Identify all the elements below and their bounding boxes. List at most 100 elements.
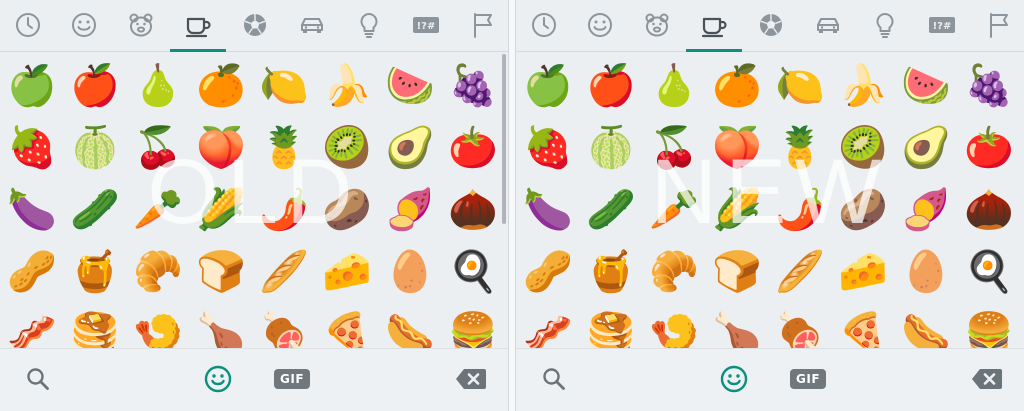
- emoji-potato[interactable]: 🥔: [834, 181, 892, 239]
- emoji-grapes[interactable]: 🍇: [444, 57, 502, 115]
- emoji-banana[interactable]: 🍌: [318, 57, 376, 115]
- emoji-hamburger[interactable]: 🍔: [444, 305, 502, 348]
- emoji-fried-shrimp[interactable]: 🍤: [645, 305, 703, 348]
- emoji-sweet-potato[interactable]: 🍠: [381, 181, 439, 239]
- emoji-meat-on-bone[interactable]: 🍖: [771, 305, 829, 348]
- backspace-button[interactable]: [970, 363, 1004, 395]
- emoji-pear[interactable]: 🍐: [645, 57, 703, 115]
- emoji-strawberry[interactable]: 🍓: [519, 119, 577, 177]
- emoji-croissant[interactable]: 🥐: [645, 243, 703, 301]
- emoji-hot-pepper[interactable]: 🌶️: [255, 181, 313, 239]
- emoji-cheese[interactable]: 🧀: [318, 243, 376, 301]
- tab-symbols[interactable]: !?#: [914, 0, 970, 52]
- emoji-red-apple[interactable]: 🍎: [582, 57, 640, 115]
- emoji-baguette[interactable]: 🥖: [255, 243, 313, 301]
- tab-car[interactable]: [800, 0, 856, 52]
- emoji-hot-dog[interactable]: 🌭: [897, 305, 955, 348]
- emoji-carrot[interactable]: 🥕: [129, 181, 187, 239]
- emoji-peanuts[interactable]: 🥜: [3, 243, 61, 301]
- emoji-poultry-leg[interactable]: 🍗: [192, 305, 250, 348]
- emoji-egg[interactable]: 🥚: [381, 243, 439, 301]
- tab-symbols[interactable]: !?#: [398, 0, 454, 52]
- emoji-grapes[interactable]: 🍇: [960, 57, 1018, 115]
- search-button[interactable]: [22, 363, 54, 395]
- emoji-pancakes[interactable]: 🥞: [582, 305, 640, 348]
- tab-flag[interactable]: [971, 0, 1024, 52]
- tab-lightbulb[interactable]: [857, 0, 913, 52]
- backspace-button[interactable]: [454, 363, 488, 395]
- emoji-corn[interactable]: 🌽: [192, 181, 250, 239]
- emoji-pancakes[interactable]: 🥞: [66, 305, 124, 348]
- emoji-peach[interactable]: 🍑: [708, 119, 766, 177]
- emoji-frying-egg[interactable]: 🍳: [444, 243, 502, 301]
- emoji-bacon[interactable]: 🥓: [3, 305, 61, 348]
- emoji-cherries[interactable]: 🍒: [129, 119, 187, 177]
- scrollbar[interactable]: [502, 54, 506, 224]
- emoji-peach[interactable]: 🍑: [192, 119, 250, 177]
- tab-cup[interactable]: [170, 0, 226, 52]
- emoji-potato[interactable]: 🥔: [318, 181, 376, 239]
- emoji-melon[interactable]: 🍈: [66, 119, 124, 177]
- tab-clock[interactable]: [516, 0, 572, 52]
- emoji-green-apple[interactable]: 🍏: [3, 57, 61, 115]
- emoji-pear[interactable]: 🍐: [129, 57, 187, 115]
- emoji-egg[interactable]: 🥚: [897, 243, 955, 301]
- emoji-green-apple[interactable]: 🍏: [519, 57, 577, 115]
- tab-soccer-ball[interactable]: [743, 0, 799, 52]
- gif-button[interactable]: GIF: [274, 363, 311, 395]
- emoji-red-apple[interactable]: 🍎: [66, 57, 124, 115]
- emoji-hamburger[interactable]: 🍔: [960, 305, 1018, 348]
- emoji-lemon[interactable]: 🍋: [255, 57, 313, 115]
- emoji-bacon[interactable]: 🥓: [519, 305, 577, 348]
- emoji-mode-button[interactable]: [718, 363, 750, 395]
- tab-clock[interactable]: [0, 0, 56, 52]
- emoji-croissant[interactable]: 🥐: [129, 243, 187, 301]
- gif-button[interactable]: GIF: [790, 363, 827, 395]
- emoji-cucumber[interactable]: 🥒: [66, 181, 124, 239]
- emoji-avocado[interactable]: 🥑: [897, 119, 955, 177]
- tab-smiley[interactable]: [572, 0, 628, 52]
- emoji-eggplant[interactable]: 🍆: [3, 181, 61, 239]
- emoji-tangerine[interactable]: 🍊: [192, 57, 250, 115]
- emoji-poultry-leg[interactable]: 🍗: [708, 305, 766, 348]
- emoji-banana[interactable]: 🍌: [834, 57, 892, 115]
- emoji-carrot[interactable]: 🥕: [645, 181, 703, 239]
- emoji-bread[interactable]: 🍞: [192, 243, 250, 301]
- tab-smiley[interactable]: [56, 0, 112, 52]
- emoji-pizza[interactable]: 🍕: [318, 305, 376, 348]
- emoji-watermelon[interactable]: 🍉: [381, 57, 439, 115]
- emoji-chestnut[interactable]: 🌰: [960, 181, 1018, 239]
- emoji-honey-pot[interactable]: 🍯: [66, 243, 124, 301]
- emoji-pineapple[interactable]: 🍍: [771, 119, 829, 177]
- emoji-pizza[interactable]: 🍕: [834, 305, 892, 348]
- tab-lightbulb[interactable]: [341, 0, 397, 52]
- tab-bear[interactable]: [113, 0, 169, 52]
- emoji-chestnut[interactable]: 🌰: [444, 181, 502, 239]
- emoji-tangerine[interactable]: 🍊: [708, 57, 766, 115]
- tab-flag[interactable]: [455, 0, 508, 52]
- emoji-hot-dog[interactable]: 🌭: [381, 305, 439, 348]
- emoji-sweet-potato[interactable]: 🍠: [897, 181, 955, 239]
- emoji-mode-button[interactable]: [202, 363, 234, 395]
- emoji-fried-shrimp[interactable]: 🍤: [129, 305, 187, 348]
- emoji-strawberry[interactable]: 🍓: [3, 119, 61, 177]
- emoji-melon[interactable]: 🍈: [582, 119, 640, 177]
- emoji-watermelon[interactable]: 🍉: [897, 57, 955, 115]
- emoji-corn[interactable]: 🌽: [708, 181, 766, 239]
- emoji-bread[interactable]: 🍞: [708, 243, 766, 301]
- tab-car[interactable]: [284, 0, 340, 52]
- emoji-cherries[interactable]: 🍒: [645, 119, 703, 177]
- emoji-avocado[interactable]: 🥑: [381, 119, 439, 177]
- emoji-kiwi[interactable]: 🥝: [318, 119, 376, 177]
- emoji-kiwi[interactable]: 🥝: [834, 119, 892, 177]
- tab-cup[interactable]: [686, 0, 742, 52]
- tab-bear[interactable]: [629, 0, 685, 52]
- emoji-meat-on-bone[interactable]: 🍖: [255, 305, 313, 348]
- emoji-tomato[interactable]: 🍅: [960, 119, 1018, 177]
- search-button[interactable]: [538, 363, 570, 395]
- emoji-hot-pepper[interactable]: 🌶️: [771, 181, 829, 239]
- emoji-frying-egg[interactable]: 🍳: [960, 243, 1018, 301]
- emoji-peanuts[interactable]: 🥜: [519, 243, 577, 301]
- emoji-pineapple[interactable]: 🍍: [255, 119, 313, 177]
- emoji-cucumber[interactable]: 🥒: [582, 181, 640, 239]
